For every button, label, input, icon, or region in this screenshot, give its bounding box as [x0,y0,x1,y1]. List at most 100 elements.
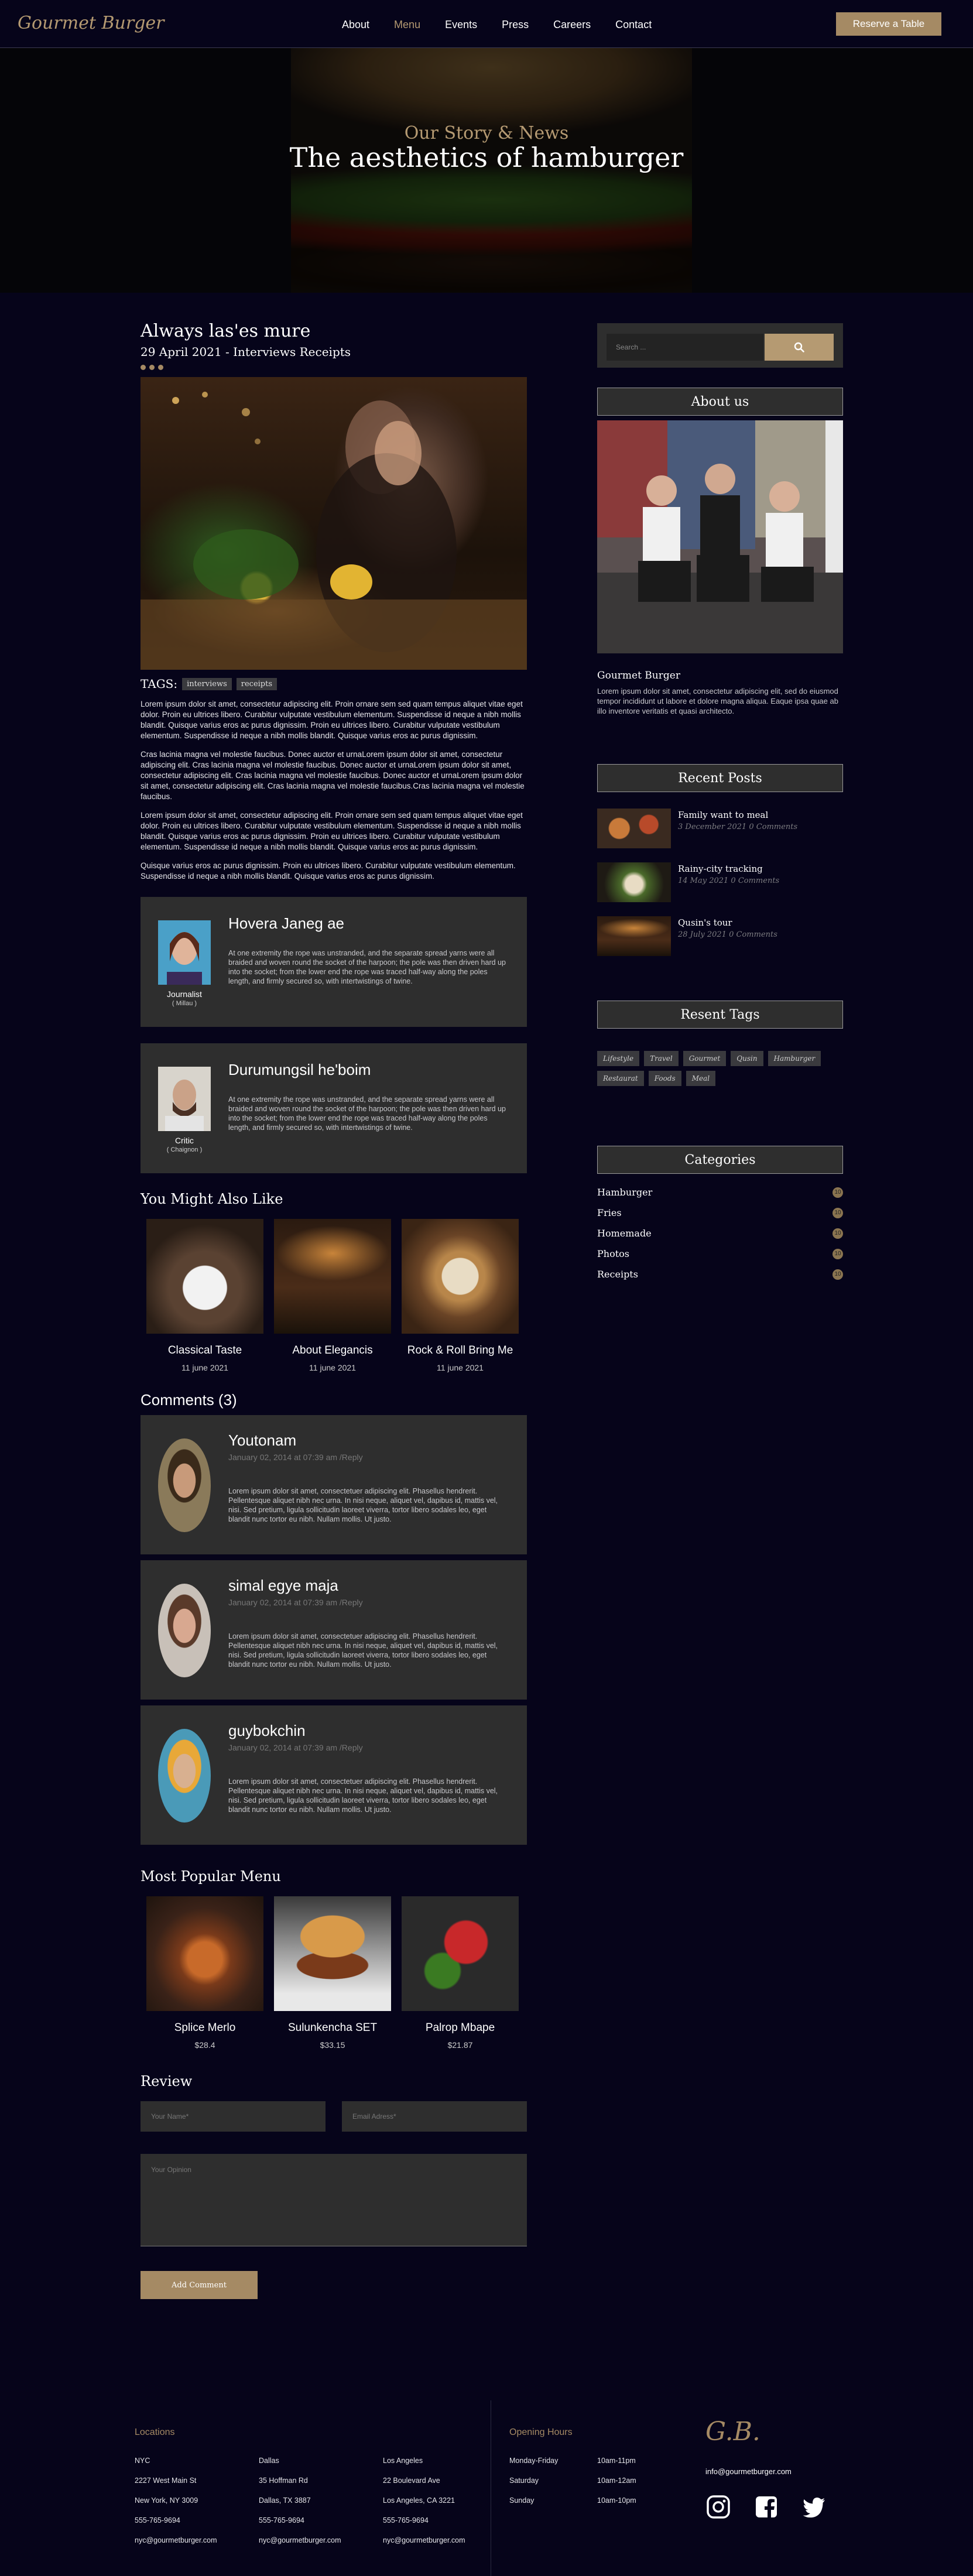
location-phone[interactable]: 555-765-9694 [383,2510,465,2530]
footer-email[interactable]: info@gourmetburger.com [705,2467,792,2476]
search-button[interactable] [765,334,834,361]
tag-qusin[interactable]: Qusin [731,1051,763,1066]
also-like-item[interactable]: About Elegancis 11 june 2021 [274,1219,391,1372]
author-name: Hovera Janeg ae [228,914,345,932]
review-email-input[interactable]: Email Adress* [342,2101,527,2132]
recent-post-item[interactable]: Family want to meal 3 December 2021 0 Co… [597,809,843,848]
popular-menu-item[interactable]: Sulunkencha SET $33.15 [274,1896,391,2050]
opening-time: 10am-11pm [597,2457,636,2465]
location-phone[interactable]: 555-765-9694 [135,2510,217,2530]
instagram-icon[interactable] [705,2494,731,2520]
tag-travel[interactable]: Travel [644,1051,679,1066]
menu-item-price: $28.4 [194,2040,215,2050]
location-phone[interactable]: 555-765-9694 [259,2510,341,2530]
review-opinion-textarea[interactable]: Your Opinion [141,2154,527,2246]
search-icon [794,342,804,352]
nav-menu[interactable]: Menu [394,19,420,31]
menu-item-image [402,1896,519,2011]
author-location: ( Chaignon ) [166,1146,203,1153]
category-item[interactable]: Hamburger 10 [597,1187,843,1198]
popular-menu-item[interactable]: Splice Merlo $28.4 [146,1896,263,2050]
tag-gourmet[interactable]: Gourmet [683,1051,727,1066]
also-like-name: Rock & Roll Bring Me [407,1344,513,1356]
comment-date-reply[interactable]: January 02, 2014 at 07:39 am /Reply [228,1453,363,1462]
tag-meal[interactable]: Meal [686,1071,716,1086]
tag-foods[interactable]: Foods [648,1071,681,1086]
location-los-angeles: Los Angeles 22 Boulevard Ave Los Angeles… [383,2451,465,2550]
reserve-table-button[interactable]: Reserve a Table [836,12,941,36]
category-item[interactable]: Receipts 10 [597,1269,843,1280]
popular-menu-item[interactable]: Palrop Mbape $21.87 [402,1896,519,2050]
category-item[interactable]: Photos 10 [597,1248,843,1259]
nav-events[interactable]: Events [445,19,477,31]
site-logo[interactable]: Gourmet Burger [18,13,165,33]
recent-post-title[interactable]: Rainy-city tracking [678,864,779,874]
site-header: Gourmet Burger About Menu Events Press C… [0,0,973,48]
recent-post-meta: 3 December 2021 0 Comments [678,823,798,831]
comment-date-reply[interactable]: January 02, 2014 at 07:39 am /Reply [228,1598,363,1607]
category-item[interactable]: Fries 10 [597,1207,843,1218]
recent-post-item[interactable]: Qusin's tour 28 July 2021 0 Comments [597,916,843,956]
menu-item-image [146,1896,263,2011]
hero-title: The aesthetics of hamburger [289,142,684,173]
tag-lifestyle[interactable]: Lifestyle [597,1051,640,1066]
tag-hamburger[interactable]: Hamburger [768,1051,821,1066]
search-input[interactable]: Search ... [607,334,763,361]
author-role: Critic [175,1136,194,1145]
menu-item-price: $33.15 [320,2040,345,2050]
also-like-image [146,1219,263,1334]
commenter-avatar [158,1584,211,1677]
also-like-image [274,1219,391,1334]
social-links [705,2494,827,2520]
opening-hours-heading: Opening Hours [509,2427,573,2437]
nav-about[interactable]: About [342,19,369,31]
category-count: 10 [832,1228,843,1239]
location-region: Dallas, TX 3887 [259,2496,311,2505]
category-name[interactable]: Receipts [597,1269,638,1280]
also-like-item[interactable]: Classical Taste 11 june 2021 [146,1219,263,1372]
commenter-avatar [158,1729,211,1823]
tag-restaurat[interactable]: Restaurat [597,1071,644,1086]
post-paragraph: Quisque varius eros ac purus dignissim. … [141,861,516,881]
location-city: Dallas [259,2457,279,2465]
tag-receipts[interactable]: receipts [236,677,277,690]
tag-interviews[interactable]: interviews [182,677,232,690]
opening-day: Saturday [509,2476,539,2485]
comment-date-reply[interactable]: January 02, 2014 at 07:39 am /Reply [228,1743,363,1752]
recent-post-title[interactable]: Qusin's tour [678,917,777,928]
also-like-item[interactable]: Rock & Roll Bring Me 11 june 2021 [402,1219,519,1372]
also-like-image [402,1219,519,1334]
popular-menu-list: Splice Merlo $28.4 Sulunkencha SET $33.1… [141,1896,527,2050]
nav-careers[interactable]: Careers [553,19,591,31]
category-name[interactable]: Photos [597,1248,629,1259]
twitter-icon[interactable] [801,2494,827,2520]
location-email[interactable]: nyc@gourmetburger.com [383,2530,465,2550]
category-name[interactable]: Hamburger [597,1187,652,1198]
location-email[interactable]: nyc@gourmetburger.com [135,2530,217,2550]
nav-press[interactable]: Press [502,19,529,31]
author-card: Durumungsil he'boim Critic ( Chaignon ) … [141,1043,527,1173]
category-name[interactable]: Fries [597,1207,622,1218]
also-like-name: About Elegancis [292,1344,373,1356]
footer-logo[interactable]: G.B. [705,2417,760,2447]
recent-post-title[interactable]: Family want to meal [678,810,797,820]
category-count: 10 [832,1248,843,1259]
opening-day: Monday-Friday [509,2457,559,2465]
add-comment-button[interactable]: Add Comment [141,2271,258,2299]
post-meta: 29 April 2021 - Interviews Receipts [141,345,351,359]
recent-post-meta: 14 May 2021 0 Comments [678,876,780,885]
category-item[interactable]: Homemade 10 [597,1228,843,1239]
location-city: Los Angeles [383,2457,423,2465]
nav-contact[interactable]: Contact [615,19,652,31]
location-email[interactable]: nyc@gourmetburger.com [259,2530,341,2550]
comment-card: simal egye maja January 02, 2014 at 07:3… [141,1560,527,1700]
facebook-icon[interactable] [753,2494,779,2520]
also-like-heading: You Might Also Like [141,1191,283,1207]
opening-time: 10am-12am [597,2476,636,2485]
category-name[interactable]: Homemade [597,1228,652,1239]
recent-post-item[interactable]: Rainy-city tracking 14 May 2021 0 Commen… [597,862,843,902]
about-heading: About us [597,388,843,416]
location-region: New York, NY 3009 [135,2496,198,2505]
recent-post-thumb [597,862,671,902]
review-name-input[interactable]: Your Name* [141,2101,326,2132]
